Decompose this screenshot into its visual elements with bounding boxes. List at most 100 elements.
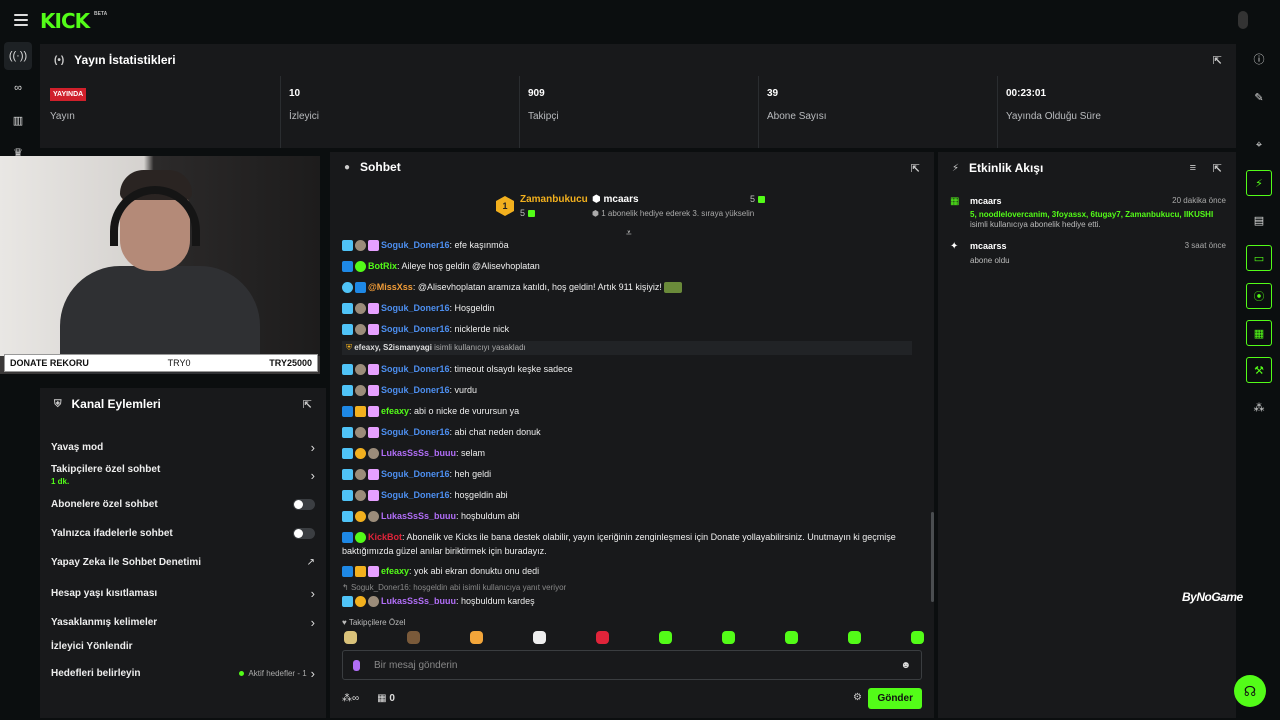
leaderboard-second[interactable]: ⬢ mcaars ⬢ 1 abonelik hediye ederek 3. s… [592,194,766,218]
emote[interactable] [659,631,672,644]
leader-count: 5 [520,208,526,218]
activity-item[interactable]: ▦ mcaars 20 dakika önce 5, noodleloverca… [950,196,1226,230]
wrench-icon[interactable]: ⚒ [1246,357,1272,383]
filter-icon[interactable]: ≡ [1190,162,1196,174]
stat-value: 39 [767,88,779,99]
lightning-icon[interactable]: ⚡ [1246,170,1272,196]
chat-username[interactable]: BotRix [368,261,397,271]
stat-value: 10 [289,88,301,99]
followers-only-row[interactable]: Takipçilere özel sohbet 1 dk. › [51,464,315,486]
stat-value: 909 [528,88,545,99]
emote[interactable] [533,631,546,644]
top-bar: KICK BETA [0,0,1280,40]
popout-icon[interactable]: ⇱ [911,162,920,175]
chat-scrollbar[interactable] [931,512,934,602]
shield-icon: ⛨ [54,398,62,410]
goals-row[interactable]: Hedefleri belirleyin Aktif hedefler - 1 › [51,666,315,681]
emote[interactable] [848,631,861,644]
chat-username[interactable]: @MissXss [368,282,413,292]
chart-icon[interactable]: ▥ [4,106,32,134]
emote-only-toggle[interactable] [293,528,315,539]
emote[interactable] [470,631,483,644]
info-icon[interactable]: ⓘ [1246,46,1272,72]
donate-label: DONATE REKORU [10,358,89,368]
broadcast-icon[interactable]: ⦿ [1246,283,1272,309]
second-name: mcaars [603,194,639,205]
chat-message: Soguk_Doner16: timeout olsaydı keşke sad… [342,362,912,376]
slow-mode-row[interactable]: Yavaş mod › [51,440,315,455]
activity-item[interactable]: ✦ mcaarss 3 saat önce abone oldu [950,241,1226,271]
chat-username[interactable]: Soguk_Doner16 [381,240,450,250]
chat-username[interactable]: Soguk_Doner16 [381,364,450,374]
chevron-right-icon: › [310,467,315,483]
emote[interactable] [722,631,735,644]
emote [664,282,683,294]
popout-icon[interactable]: ⇱ [1213,54,1222,67]
donate-current: TRY0 [167,358,191,368]
broadcast-icon[interactable]: ((·)) [4,42,32,70]
community-icon[interactable]: ⁂∞ [342,693,359,704]
document-icon[interactable]: ▤ [1246,207,1272,233]
chat-username[interactable]: efeaxy [381,406,409,416]
donate-record: TRY25000 [269,358,312,368]
second-count: 5 [750,194,756,204]
row-label: Abonelere özel sohbet [51,499,158,510]
chat-username[interactable]: LukasSsSs_buuu [381,448,456,458]
moderation-notice: ⛨ efeaxy, S2ismanyagi isimli kullanıcıyı… [342,341,912,355]
send-button[interactable]: Gönder [868,688,922,709]
chat-username[interactable]: Soguk_Doner16 [381,427,450,437]
banned-words-row[interactable]: Yasaklanmış kelimeler › [51,615,315,630]
chat-username[interactable]: Soguk_Doner16 [381,324,450,334]
kick-logo[interactable]: KICK [40,9,90,33]
leaderboard-first[interactable]: 1 Zamanbukucu 5 [496,194,588,218]
chat-message: Soguk_Doner16: vurdu [342,383,912,397]
right-rail: ⓘ ✎ ⌖ ⚡ ▤ ▭ ⦿ ▦ ⚒ ⁂ [1238,40,1280,720]
layout-icon[interactable]: ▦ [1246,320,1272,346]
chat-icon[interactable]: ▭ [1246,245,1272,271]
account-age-row[interactable]: Hesap yaşı kısıtlaması › [51,586,315,601]
emote[interactable] [785,631,798,644]
chat-message: Soguk_Doner16: abi chat neden donuk [342,425,912,439]
chat-text: Hoşgeldin [454,303,495,313]
chat-username[interactable]: KickBot [368,532,402,542]
reply-context[interactable]: ↰ Soguk_Doner16: hoşgeldin abi isimli ku… [342,581,912,595]
host-row[interactable]: İzleyici Yönlendir [51,641,315,652]
focus-icon[interactable]: ⌖ [1246,132,1272,158]
help-button[interactable]: ☊ [1234,675,1266,707]
gear-icon[interactable]: ⚙ [853,692,862,703]
kicks-counter[interactable]: ▦ 0 [377,693,395,704]
emote[interactable] [596,631,609,644]
popout-icon[interactable]: ⇱ [303,398,312,411]
chat-message: KickBot: Abonelik ve Kicks ile bana dest… [342,532,896,556]
community-icon[interactable]: ⁂ [1246,394,1272,420]
activity-feed-panel: ⚡ Etkinlik Akışı ≡ ⇱ ▦ mcaars 20 dakika … [938,152,1236,718]
emote[interactable] [344,631,357,644]
chat-username[interactable]: efeaxy [381,566,409,576]
ai-moderation-row[interactable]: Yapay Zeka ile Sohbet Denetimi ↗ [51,557,315,568]
menu-icon[interactable] [14,14,28,26]
popout-icon[interactable]: ⇱ [1213,162,1222,175]
reply-user: Soguk_Doner16: [350,583,411,592]
notice-text: isimli kullanıcıyı yasakladı [434,343,526,352]
microphone-icon[interactable] [353,659,360,671]
link-icon[interactable]: ∞ [4,74,32,102]
chat-input-box: ☻ [342,650,922,680]
chat-text: yok abi ekran donuktu onu dedi [414,566,540,576]
chat-username[interactable]: Soguk_Doner16 [381,385,450,395]
activity-recipients: 5, noodlelovercanim, 3foyassx, 6tugay7, … [970,210,1214,219]
emote[interactable] [407,631,420,644]
chat-username[interactable]: Soguk_Doner16 [381,303,450,313]
avatar[interactable] [1238,11,1248,29]
activity-time: 3 saat önce [1184,241,1226,250]
emoji-icon[interactable]: ☻ [900,660,911,671]
chat-username[interactable]: Soguk_Doner16 [381,490,450,500]
chat-message: Soguk_Doner16: Hoşgeldin [342,301,912,315]
chat-text: Aileye hoş geldin @Alisevhoplatan [401,261,540,271]
chat-input[interactable] [374,659,901,671]
chat-username[interactable]: LukasSsSs_buuu [381,511,456,521]
subscribers-only-toggle[interactable] [293,499,315,510]
emote[interactable] [911,631,924,644]
pen-icon[interactable]: ✎ [1246,84,1272,110]
chat-username[interactable]: LukasSsSs_buuu [381,596,456,606]
chat-username[interactable]: Soguk_Doner16 [381,469,450,479]
